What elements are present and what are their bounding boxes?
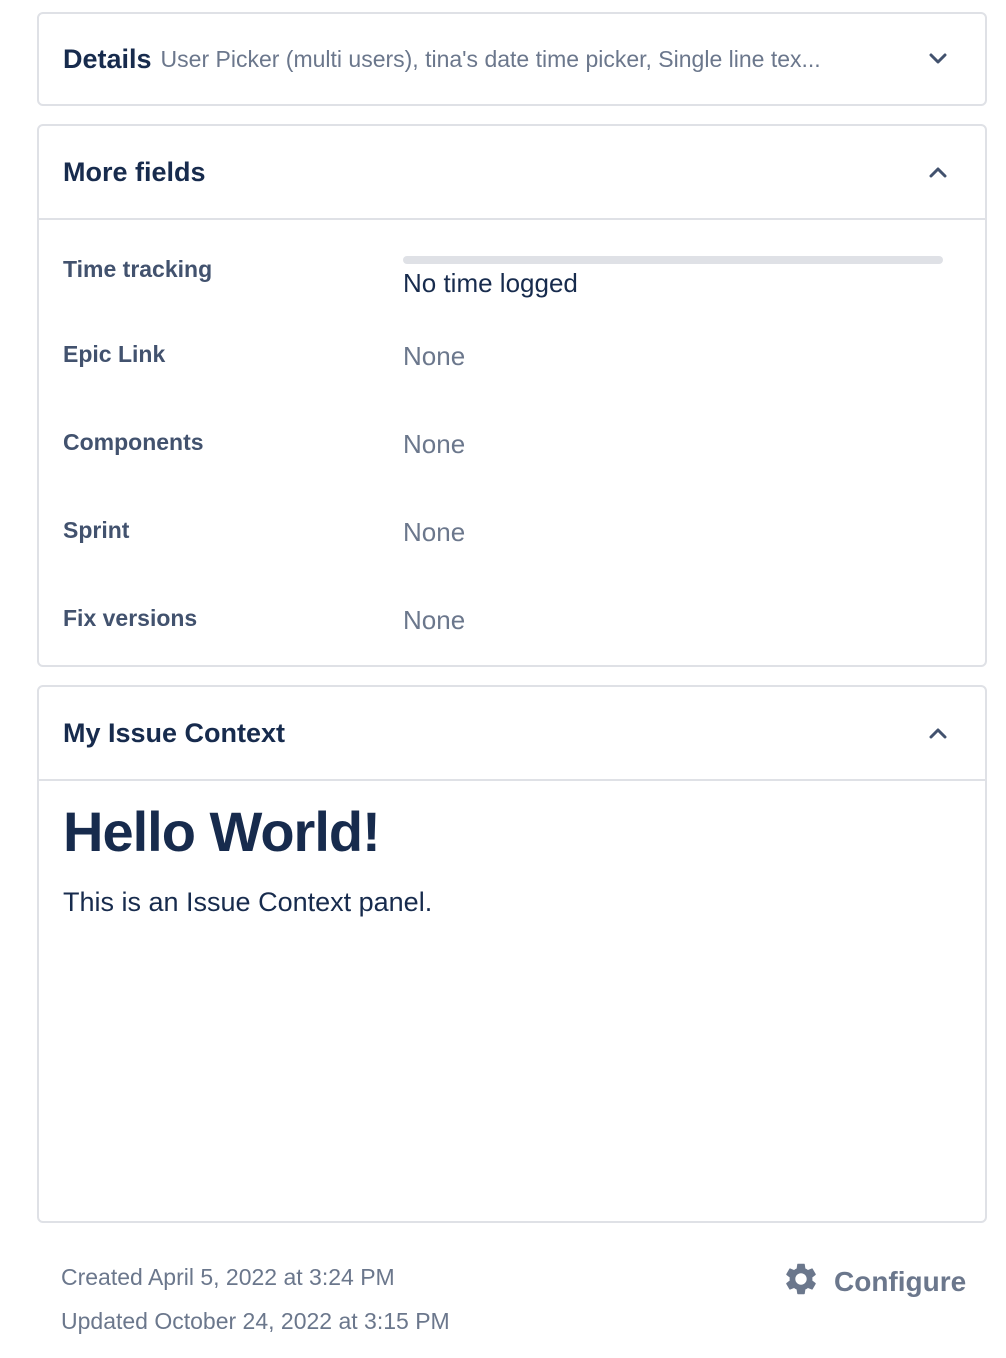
field-row-fix-versions: Fix versions None	[63, 605, 961, 645]
field-row-sprint: Sprint None	[63, 517, 961, 557]
field-value-epic-link[interactable]: None	[403, 341, 465, 372]
more-fields-title: More fields	[63, 156, 206, 187]
field-label-components: Components	[63, 429, 204, 455]
field-row-components: Components None	[63, 429, 961, 469]
gear-icon	[782, 1260, 820, 1303]
more-fields-header[interactable]: More fields	[39, 126, 985, 218]
issue-context-text: This is an Issue Context panel.	[63, 887, 433, 917]
issue-context-header[interactable]: My Issue Context	[39, 687, 985, 779]
field-value-fix-versions[interactable]: None	[403, 605, 465, 636]
updated-timestamp: Updated October 24, 2022 at 3:15 PM	[61, 1308, 450, 1334]
more-fields-divider	[39, 218, 985, 220]
chevron-up-icon[interactable]	[927, 161, 949, 183]
chevron-down-icon[interactable]	[927, 48, 949, 70]
field-value-sprint[interactable]: None	[403, 517, 465, 548]
field-row-epic-link: Epic Link None	[63, 341, 961, 381]
created-timestamp: Created April 5, 2022 at 3:24 PM	[61, 1264, 395, 1290]
field-label-sprint: Sprint	[63, 517, 130, 543]
field-value-time-tracking[interactable]: No time logged	[403, 268, 578, 299]
chevron-up-icon[interactable]	[927, 722, 949, 744]
field-row-time-tracking: Time tracking No time logged	[63, 256, 961, 299]
issue-context-divider	[39, 779, 985, 781]
issue-context-heading: Hello World!	[63, 800, 381, 863]
configure-label: Configure	[834, 1265, 967, 1297]
details-title: Details	[63, 43, 152, 74]
more-fields-panel: More fields Time tracking No time logged…	[37, 124, 987, 667]
issue-context-title: My Issue Context	[63, 717, 286, 748]
issue-context-panel: My Issue Context Hello World! This is an…	[37, 685, 987, 1223]
field-value-components[interactable]: None	[403, 429, 465, 460]
details-panel: Details User Picker (multi users), tina'…	[37, 12, 987, 106]
field-label-time-tracking: Time tracking	[63, 256, 213, 282]
field-label-fix-versions: Fix versions	[63, 605, 198, 631]
time-tracking-bar[interactable]	[403, 256, 943, 264]
details-summary: User Picker (multi users), tina's date t…	[160, 45, 821, 72]
configure-button[interactable]: Configure	[782, 1260, 966, 1303]
details-panel-header[interactable]: Details User Picker (multi users), tina'…	[39, 14, 985, 104]
field-label-epic-link: Epic Link	[63, 341, 166, 367]
